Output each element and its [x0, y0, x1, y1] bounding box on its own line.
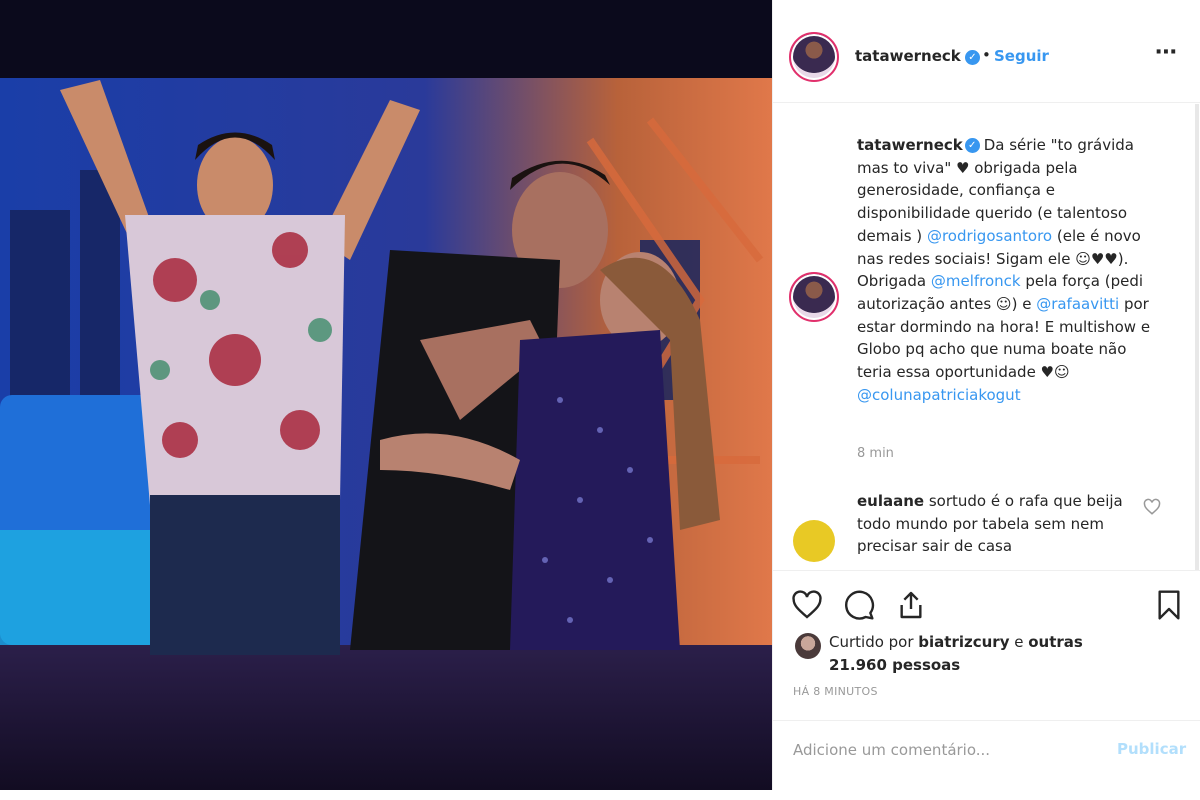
post-header: tatawerneck ✓ • Seguir ⋯	[773, 0, 1200, 103]
author-username[interactable]: tatawerneck	[855, 47, 961, 65]
liker-avatar[interactable]	[795, 633, 821, 659]
comment-input[interactable]	[793, 738, 1093, 762]
add-comment-bar: Publicar	[773, 720, 1200, 790]
share-button[interactable]	[895, 589, 927, 621]
mention-link[interactable]: @rafaavitti	[1036, 295, 1119, 313]
commenter-avatar[interactable]	[793, 520, 835, 562]
post-side-panel: tatawerneck ✓ • Seguir ⋯ tatawerneck ✓ Da …	[772, 0, 1200, 790]
comment-username[interactable]: eulaane	[857, 492, 924, 510]
liker-username[interactable]: biatrizcury	[918, 633, 1009, 651]
likes-middle: e	[1009, 633, 1029, 651]
follow-button[interactable]: Seguir	[994, 47, 1049, 65]
caption-author-avatar[interactable]	[789, 272, 839, 322]
mention-link[interactable]: @rodrigosantoro	[927, 227, 1052, 245]
share-icon	[900, 591, 922, 619]
caption-username[interactable]: tatawerneck	[857, 136, 963, 154]
comment-heart-icon[interactable]	[1143, 498, 1161, 516]
mention-link[interactable]: @melfronck	[931, 272, 1021, 290]
post-caption: tatawerneck ✓ Da série "to grávida mas to …	[857, 134, 1157, 406]
comment-bubble-icon	[845, 590, 875, 620]
comments-scrollbar[interactable]	[1195, 104, 1199, 570]
post-actions: Curtido por biatrizcury e outras 21.960 …	[773, 570, 1200, 730]
likes-prefix: Curtido por	[829, 633, 919, 651]
mention-link[interactable]: @colunapatriciakogut	[857, 386, 1021, 404]
heart-icon	[792, 590, 822, 619]
likes-summary: Curtido por biatrizcury e outras 21.960 …	[829, 631, 1109, 676]
publish-button[interactable]: Publicar	[1117, 740, 1186, 758]
author-avatar[interactable]	[789, 32, 839, 82]
like-button[interactable]	[791, 589, 823, 621]
verified-icon: ✓	[965, 50, 980, 65]
comment-item: eulaane sortudo é o rafa que beija todo …	[857, 490, 1127, 558]
comment-button[interactable]	[843, 589, 875, 621]
post-timestamp: HÁ 8 MINUTOS	[793, 685, 878, 698]
post-image	[0, 0, 772, 790]
post-photo[interactable]	[0, 0, 772, 790]
save-button[interactable]	[1153, 589, 1185, 621]
caption-time: 8 min	[857, 446, 894, 461]
separator-dot: •	[982, 46, 991, 64]
comments-list[interactable]: tatawerneck ✓ Da série "to grávida mas to …	[773, 104, 1200, 570]
more-options-icon[interactable]: ⋯	[1155, 40, 1178, 65]
bookmark-icon	[1158, 590, 1180, 620]
verified-icon: ✓	[964, 138, 980, 153]
